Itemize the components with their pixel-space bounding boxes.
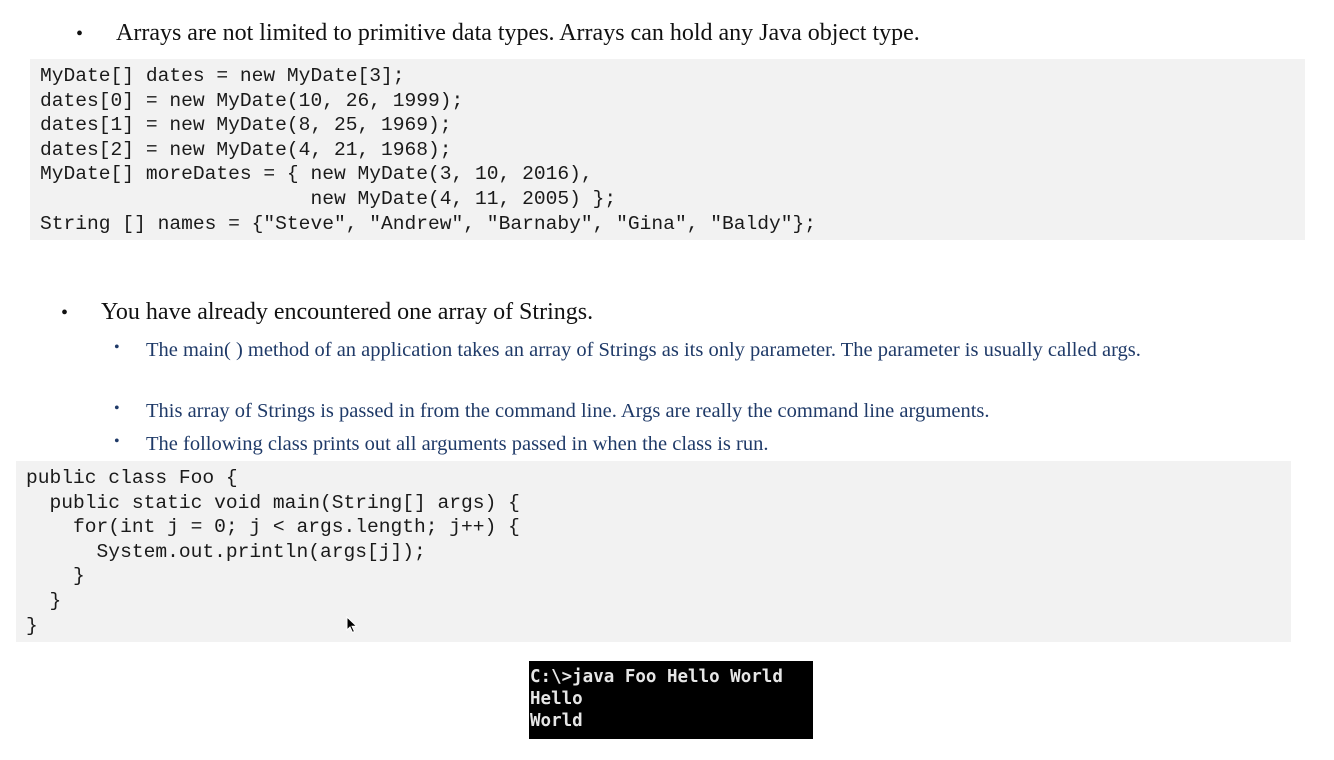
sub-bullet-marker: • — [114, 339, 120, 356]
bullet-marker: • — [76, 23, 84, 45]
bullet-marker: • — [61, 302, 69, 324]
sub-bullet-main-method: • The main( ) method of an application t… — [114, 336, 1264, 364]
code-block-mydate-arrays: MyDate[] dates = new MyDate[3]; dates[0]… — [30, 59, 1305, 240]
code-line: dates[1] = new MyDate(8, 25, 1969); — [40, 114, 452, 137]
mouse-cursor-icon — [346, 616, 358, 634]
code-line: public static void main(String[] args) { — [26, 491, 520, 514]
code-line: String [] names = {"Steve", "Andrew", "B… — [40, 212, 817, 235]
bullet-arrays-object-types: • Arrays are not limited to primitive da… — [76, 20, 920, 47]
sub-bullet-marker: • — [114, 400, 120, 417]
code-line: dates[0] = new MyDate(10, 26, 1999); — [40, 89, 464, 112]
sub-bullet-text: The main( ) method of an application tak… — [146, 339, 1141, 361]
code-line: MyDate[] dates = new MyDate[3]; — [40, 65, 405, 87]
sub-bullet-class-prints: • The following class prints out all arg… — [114, 430, 1264, 458]
code-line: public class Foo { — [26, 467, 238, 489]
sub-bullet-text: The following class prints out all argum… — [146, 433, 769, 455]
bullet-text: You have already encountered one array o… — [101, 299, 594, 325]
code-line: } — [26, 565, 85, 588]
code-line: } — [26, 589, 62, 612]
code-line: } — [26, 614, 38, 637]
code-block-foo-class: public class Foo { public static void ma… — [16, 461, 1291, 642]
console-line: Hello — [530, 689, 583, 709]
code-line: for(int j = 0; j < args.length; j++) { — [26, 516, 520, 539]
code-line: dates[2] = new MyDate(4, 21, 1968); — [40, 138, 452, 161]
console-output: C:\>java Foo Hello World Hello World — [529, 661, 813, 739]
console-line: C:\>java Foo Hello World — [530, 667, 783, 687]
console-line: World — [530, 711, 583, 731]
sub-bullet-text: This array of Strings is passed in from … — [146, 400, 990, 422]
code-line: new MyDate(4, 11, 2005) }; — [40, 187, 617, 210]
bullet-text: Arrays are not limited to primitive data… — [116, 20, 920, 46]
code-line: MyDate[] moreDates = { new MyDate(3, 10,… — [40, 163, 593, 186]
code-line: System.out.println(args[j]); — [26, 540, 426, 563]
bullet-array-of-strings: • You have already encountered one array… — [61, 299, 593, 326]
sub-bullet-marker: • — [114, 433, 120, 450]
sub-bullet-command-line: • This array of Strings is passed in fro… — [114, 397, 1264, 425]
